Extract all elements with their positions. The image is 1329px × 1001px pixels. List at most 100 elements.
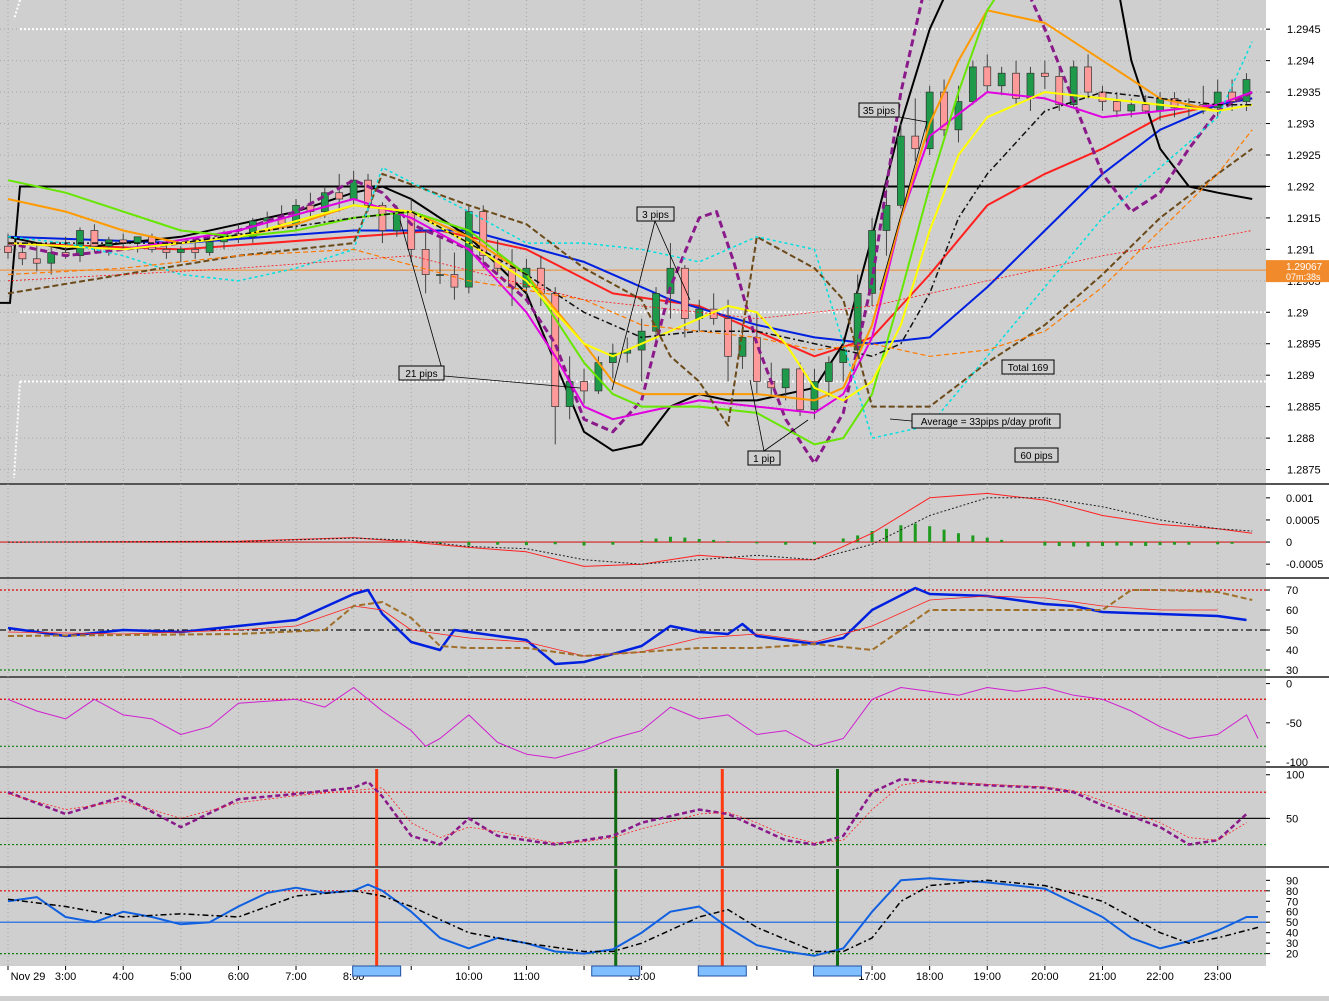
candle-body (162, 249, 171, 253)
price-tick-label: 1.294 (1287, 56, 1315, 68)
panel-tick-label: 60 (1286, 605, 1298, 617)
candle-body (825, 362, 833, 382)
panel-tick-label: -100 (1286, 757, 1308, 769)
panel-tick-label: -0.0005 (1286, 559, 1323, 571)
candle-body (983, 66, 992, 87)
chart-background (0, 0, 1329, 996)
candle-body (1055, 76, 1064, 106)
price-tick-label: 1.2925 (1287, 150, 1321, 162)
signal-time-marker (352, 965, 402, 977)
candle-body (32, 258, 41, 264)
time-tick-label: 10:00 (455, 971, 483, 983)
candle-body (882, 204, 891, 231)
annotation-label: 60 pips (1020, 451, 1052, 462)
countdown-label: 07m:38s (1286, 272, 1321, 282)
panel-tick-label: 20 (1286, 949, 1298, 961)
time-tick-label: 5:00 (170, 971, 191, 983)
price-tick-label: 1.2945 (1287, 24, 1321, 36)
candle-body (176, 249, 185, 253)
panel-tick-label: 0.001 (1286, 493, 1314, 505)
candle-body (205, 241, 214, 253)
candle-body (436, 274, 444, 276)
candle-body (853, 293, 862, 351)
candle-body (1026, 72, 1035, 99)
panel-tick-label: 100 (1286, 770, 1304, 782)
price-tick-label: 1.293 (1287, 119, 1315, 131)
chart-canvas: 35 pips 3 pips 21 pips 1 pip Total 169 Averag… (0, 0, 1329, 996)
time-tick-label: 3:00 (55, 971, 76, 983)
candle-body (839, 349, 848, 363)
candle-body (18, 252, 27, 260)
time-tick-label: Nov 29 (11, 971, 46, 983)
chart-window: 35 pips 3 pips 21 pips 1 pip Total 169 Averag… (0, 0, 1329, 996)
time-tick-label: 20:00 (1031, 971, 1059, 983)
candle-body (421, 249, 430, 275)
candle-body (969, 66, 977, 102)
candle-body (997, 72, 1006, 87)
price-tick-label: 1.2885 (1287, 402, 1321, 414)
signal-time-marker (697, 965, 747, 977)
time-tick-label: 6:00 (228, 971, 249, 983)
annotation-label: 1 pip (753, 454, 775, 465)
time-tick-label: 19:00 (973, 971, 1001, 983)
candle-body (335, 192, 344, 200)
price-tick-label: 1.29 (1287, 307, 1308, 319)
candle-body (1084, 66, 1092, 93)
panel-tick-label: 70 (1286, 585, 1298, 597)
price-tick-label: 1.2915 (1287, 213, 1321, 225)
candle-body (364, 179, 372, 206)
candle (897, 123, 905, 209)
candle-body (1127, 104, 1136, 112)
candle-body (133, 236, 142, 244)
candle-body (897, 135, 905, 206)
candle-body (781, 368, 790, 389)
price-tick-label: 1.291 (1287, 244, 1315, 256)
annotation-label: 35 pips (863, 106, 895, 117)
candle-body (652, 293, 660, 332)
panel-tick-label: 50 (1286, 813, 1298, 825)
candle-body (637, 330, 646, 351)
candle-body (1141, 104, 1150, 112)
price-tick-label: 1.292 (1287, 181, 1315, 193)
candle-body (752, 337, 761, 382)
annotation-label: Total 169 (1008, 363, 1049, 374)
panel-tick-label: 0.0005 (1286, 515, 1320, 527)
candle-body (1113, 101, 1121, 112)
time-tick-label: 11:00 (513, 971, 540, 983)
panel-tick-label: 30 (1286, 665, 1298, 677)
time-tick-label: 17:00 (858, 971, 886, 983)
candle-body (1242, 79, 1251, 102)
candle-body (911, 135, 920, 150)
candle-body (1041, 72, 1049, 77)
panel-tick-label: 50 (1286, 625, 1298, 637)
signal-time-marker (812, 965, 862, 977)
candle-body (90, 230, 99, 247)
candle-body (191, 249, 200, 253)
time-tick-label: 4:00 (112, 971, 133, 983)
candle-body (1098, 91, 1107, 102)
price-tick-label: 1.2895 (1287, 339, 1321, 351)
candle-body (796, 368, 804, 411)
price-tick-label: 1.288 (1287, 433, 1315, 445)
annotation-label: Average = 33pips p/day profit (921, 417, 1051, 428)
price-tick-label: 1.2875 (1287, 465, 1321, 477)
panel-tick-label: 0 (1286, 537, 1292, 549)
annotation-label: 21 pips (405, 369, 437, 380)
panel-tick-label: 40 (1286, 645, 1298, 657)
time-axis-strip (0, 966, 1329, 996)
panel-tick-label: 0 (1286, 679, 1292, 691)
time-tick-label: 21:00 (1089, 971, 1117, 983)
price-tick-label: 1.2935 (1287, 87, 1321, 99)
time-tick-label: 22:00 (1146, 971, 1174, 983)
signal-time-marker (591, 965, 641, 977)
time-tick-label: 7:00 (285, 971, 306, 983)
panel-tick-label: -50 (1286, 718, 1302, 730)
price-tick-label: 1.289 (1287, 370, 1315, 382)
candle-body (4, 245, 12, 253)
candle-body (724, 318, 732, 357)
candle (969, 60, 977, 105)
candle-body (580, 381, 588, 392)
time-tick-label: 23:00 (1204, 971, 1232, 983)
annotation-label: 3 pips (642, 210, 669, 221)
time-tick-label: 18:00 (916, 971, 944, 983)
